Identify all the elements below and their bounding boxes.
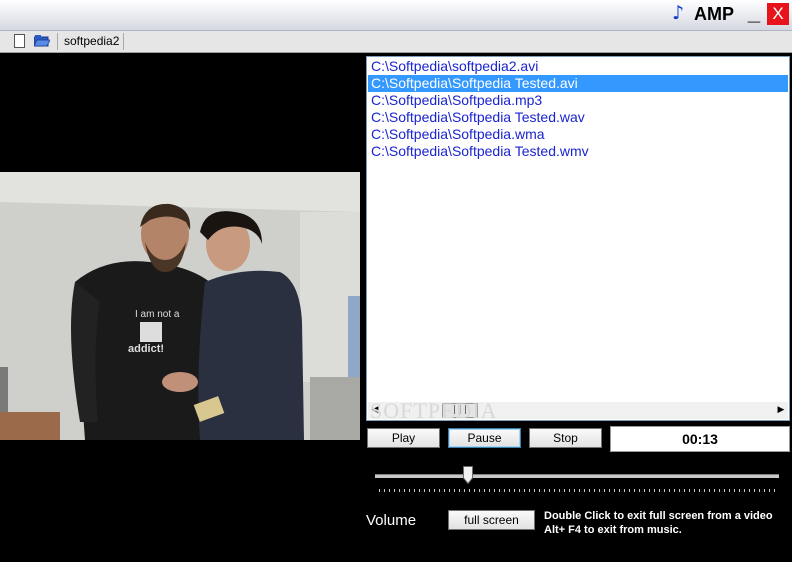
playlist-item[interactable]: C:\Softpedia\softpedia2.avi	[368, 58, 788, 75]
video-display[interactable]: I am not a addict!	[0, 172, 360, 440]
playlist-item-selected[interactable]: C:\Softpedia\Softpedia Tested.avi	[368, 75, 788, 92]
playlist-items: C:\Softpedia\softpedia2.avi C:\Softpedia…	[368, 58, 788, 160]
close-button[interactable]: X	[767, 3, 789, 25]
playlist-item[interactable]: C:\Softpedia\Softpedia Tested.wmv	[368, 143, 788, 160]
playlist[interactable]: C:\Softpedia\softpedia2.avi C:\Softpedia…	[366, 56, 790, 421]
playlist-item[interactable]: C:\Softpedia\Softpedia.mp3	[368, 92, 788, 109]
stop-button[interactable]: Stop	[529, 428, 602, 448]
new-file-icon[interactable]	[14, 34, 25, 48]
time-display: 00:13	[610, 426, 790, 452]
volume-label: Volume	[366, 512, 417, 529]
app-title: AMP	[694, 4, 734, 24]
seek-slider-track[interactable]	[375, 474, 779, 478]
playlist-item[interactable]: C:\Softpedia\Softpedia Tested.wav	[368, 109, 788, 126]
pause-button[interactable]: Pause	[448, 428, 521, 448]
svg-text:I am not a: I am not a	[135, 309, 180, 320]
open-folder-icon[interactable]	[34, 34, 50, 47]
full-screen-button[interactable]: full screen	[448, 510, 535, 530]
seek-slider-thumb[interactable]	[462, 466, 473, 484]
seek-slider-ticks	[379, 489, 775, 492]
svg-text:addict!: addict!	[128, 343, 164, 355]
playlist-item[interactable]: C:\Softpedia\Softpedia.wma	[368, 126, 788, 143]
scroll-right-icon[interactable]: ▶	[774, 402, 788, 419]
tab-softpedia2[interactable]: softpedia2	[60, 33, 125, 50]
instructions-text: Double Click to exit full screen from a …	[544, 509, 773, 537]
instructions-line-1: Double Click to exit full screen from a …	[544, 510, 773, 522]
play-button[interactable]: Play	[367, 428, 440, 448]
video-frame-image: I am not a addict!	[0, 172, 360, 440]
toolbar: softpedia2	[0, 31, 792, 53]
watermark: SOFTPEDIA	[370, 398, 498, 423]
instructions-line-2: Alt+ F4 to exit from music.	[544, 524, 682, 536]
minimize-button[interactable]: _	[744, 1, 764, 25]
toolbar-separator	[57, 33, 58, 50]
title-bar: ♪ AMP _ X	[0, 0, 792, 31]
music-note-icon: ♪	[672, 2, 685, 24]
